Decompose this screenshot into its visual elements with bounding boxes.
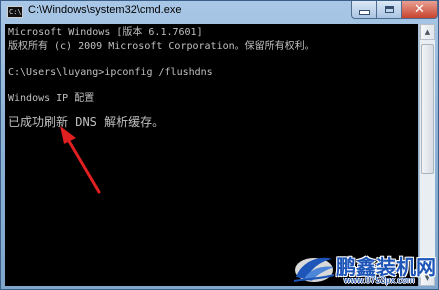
console-line-version: Microsoft Windows [版本 6.1.7601] <box>8 27 203 38</box>
console-output[interactable]: Microsoft Windows [版本 6.1.7601] 版权所有 (c)… <box>5 24 418 286</box>
chevron-up-icon: ▲ <box>424 28 431 36</box>
console-line-flush-success: 已成功刷新 DNS 解析缓存。 <box>8 115 165 129</box>
watermark-url: www.0753px.com <box>344 275 415 285</box>
cmd-window: C:\ C:\Windows\system32\cmd.exe ✕ Micros… <box>0 0 439 290</box>
title-bar[interactable]: C:\ C:\Windows\system32\cmd.exe ✕ <box>1 1 438 23</box>
minimize-icon <box>358 10 370 15</box>
watermark: 鹏鑫装机网 www.0753px.com <box>290 249 439 290</box>
site-logo-icon <box>293 257 335 282</box>
vertical-scrollbar[interactable]: ▲ ▼ <box>419 24 435 286</box>
minimize-button[interactable] <box>351 1 377 19</box>
close-button[interactable]: ✕ <box>401 1 438 19</box>
console-line-copyright: 版权所有 (c) 2009 Microsoft Corporation。保留所有… <box>8 41 315 52</box>
console-line-command: C:\Users\luyang>ipconfig /flushdns <box>8 67 213 78</box>
window-title: C:\Windows\system32\cmd.exe <box>28 4 182 16</box>
console-line-ip-config: Windows IP 配置 <box>8 93 95 104</box>
maximize-icon <box>384 6 394 13</box>
scrollbar-thumb[interactable] <box>421 44 434 174</box>
maximize-button[interactable] <box>376 1 402 19</box>
close-icon: ✕ <box>414 2 425 17</box>
cmd-console-icon[interactable]: C:\ <box>7 6 23 18</box>
scroll-up-button[interactable]: ▲ <box>420 24 435 40</box>
